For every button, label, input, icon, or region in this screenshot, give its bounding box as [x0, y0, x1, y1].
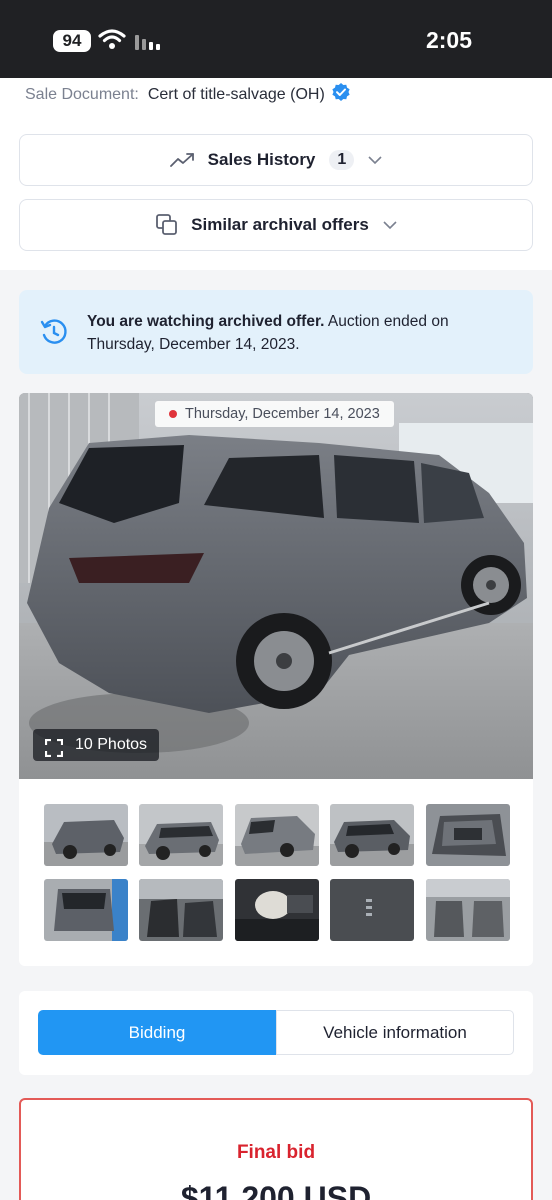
chevron-down-icon	[368, 155, 382, 165]
final-bid-label: Final bid	[236, 1142, 316, 1163]
thumb-engine-bay[interactable]	[426, 804, 510, 866]
thumb-airbag[interactable]	[235, 879, 319, 941]
sales-history-count: 1	[329, 150, 355, 170]
main-vehicle-photo[interactable]: Thursday, December 14, 2023 10 Photos	[19, 393, 533, 779]
thumb-front-left[interactable]	[330, 804, 414, 866]
sales-history-button[interactable]: Sales History 1	[19, 134, 533, 186]
chevron-down-icon	[383, 220, 397, 230]
sales-history-label: Sales History	[207, 150, 316, 169]
photo-count-text: 10 Photos	[75, 736, 148, 753]
final-bid-card: Final bid $11,200 USD	[19, 1098, 533, 1200]
archived-offer-text: You are watching archived offer. Auction…	[87, 310, 517, 356]
thumb-side-view[interactable]	[139, 804, 223, 866]
photo-gallery: Thursday, December 14, 2023 10 Photos	[19, 393, 533, 966]
thumb-interior-seats[interactable]	[139, 879, 223, 941]
similar-offers-button[interactable]: Similar archival offers	[19, 199, 533, 251]
archived-offer-banner: You are watching archived offer. Auction…	[19, 290, 533, 374]
clock: 2:05	[425, 27, 472, 53]
sale-document-label: Sale Document:	[25, 85, 139, 103]
signal-icon	[135, 33, 163, 56]
auction-date-text: Thursday, December 14, 2023	[185, 406, 380, 422]
archived-offer-bold: You are watching archived offer.	[87, 313, 325, 330]
sale-document-row: Sale Document: Cert of title-salvage (OH…	[25, 82, 351, 107]
photo-count-button[interactable]: 10 Photos	[33, 729, 160, 761]
auction-date-chip: Thursday, December 14, 2023	[155, 401, 394, 427]
tab-vehicle-information[interactable]: Vehicle information	[276, 1010, 514, 1055]
thumb-rear-tailgate[interactable]	[44, 879, 128, 941]
wifi-icon	[98, 28, 126, 55]
verified-badge-icon	[331, 82, 351, 107]
battery-indicator: 94	[53, 30, 91, 52]
similar-offers-label: Similar archival offers	[191, 215, 369, 234]
thumb-dashboard[interactable]	[330, 879, 414, 941]
tab-bidding[interactable]: Bidding	[38, 1010, 276, 1055]
thumb-rear-seats[interactable]	[426, 879, 510, 941]
sale-document-value: Cert of title-salvage (OH)	[147, 85, 325, 103]
copy-icon	[155, 213, 179, 237]
status-bar: 94 2:05	[0, 0, 552, 78]
thumb-rear-view[interactable]	[235, 804, 319, 866]
history-icon	[39, 317, 69, 352]
trending-up-icon	[169, 152, 196, 168]
details-tabs: Bidding Vehicle information	[19, 991, 533, 1075]
thumb-front-damage[interactable]	[44, 804, 128, 866]
status-dot-icon	[169, 410, 177, 418]
fullscreen-icon	[44, 737, 64, 769]
final-bid-amount: $11,200 USD	[180, 1180, 372, 1200]
